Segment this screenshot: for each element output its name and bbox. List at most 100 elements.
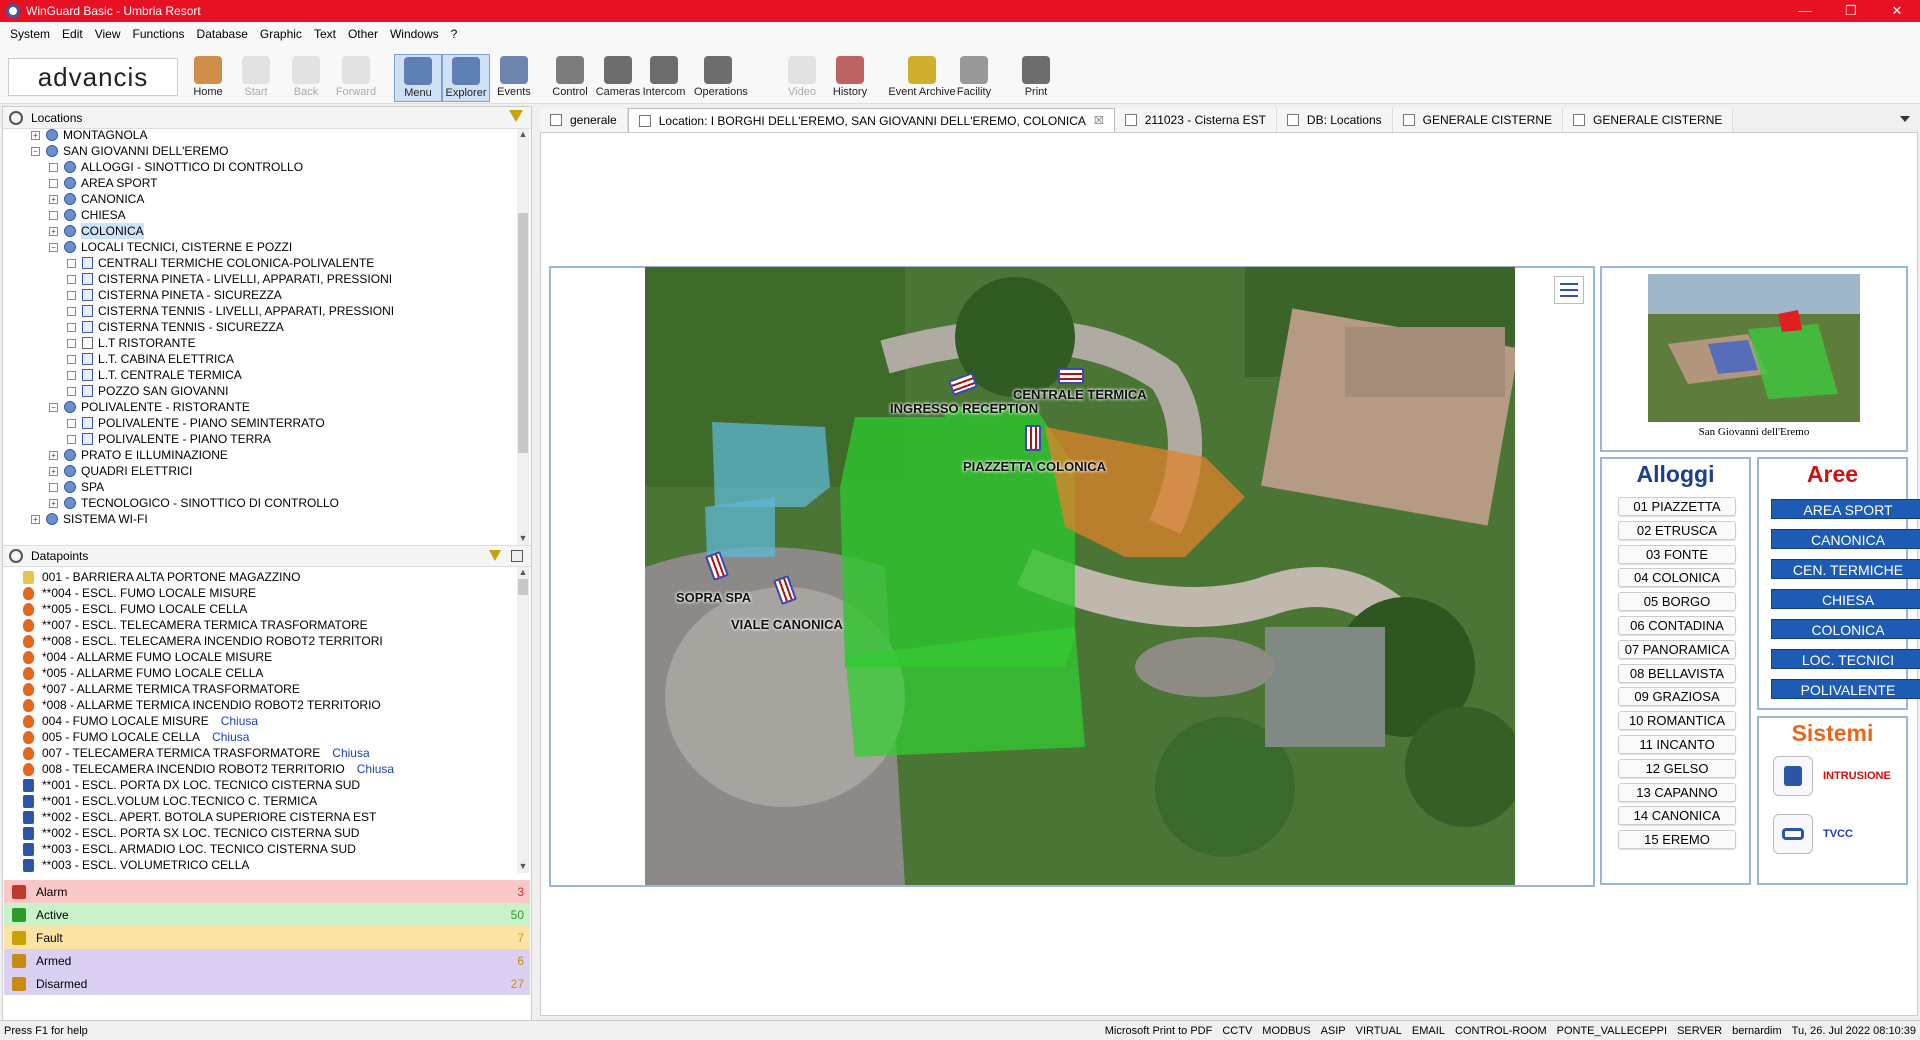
leaf-checkbox-icon[interactable]: [49, 210, 58, 220]
camera-marker[interactable]: [1058, 368, 1084, 384]
datapoint-row[interactable]: **001 - ESCL.VOLUM LOC.TECNICO C. TERMIC…: [23, 793, 317, 809]
tree-item[interactable]: CISTERNA TENNIS - SICUREZZA: [67, 319, 284, 335]
tree-item[interactable]: AREA SPORT: [49, 175, 157, 191]
datapoint-row[interactable]: **003 - ESCL. VOLUMETRICO CELLA: [23, 857, 249, 873]
alloggio-10-romantica-button[interactable]: 10 ROMANTICA: [1618, 711, 1736, 731]
leaf-checkbox-icon[interactable]: [67, 306, 76, 316]
area-chiesa-button[interactable]: CHIESA: [1771, 589, 1920, 609]
list-view-button[interactable]: [1554, 276, 1584, 304]
toolbar-back-button[interactable]: Back: [282, 54, 330, 102]
expand-icon[interactable]: +: [49, 226, 58, 236]
toolbar-event-archive-button[interactable]: Event Archive: [888, 54, 956, 102]
tab-generale-cisterne[interactable]: GENERALE CISTERNE: [1392, 108, 1564, 132]
tab-211023-cisterna-est[interactable]: 211023 - Cisterna EST: [1114, 108, 1277, 132]
tree-item[interactable]: − LOCALI TECNICI, CISTERNE E POZZI: [49, 239, 292, 255]
leaf-checkbox-icon[interactable]: [67, 370, 76, 380]
tree-item[interactable]: + QUADRI ELETTRICI: [49, 463, 192, 479]
tree-item[interactable]: − SAN GIOVANNI DELL'EREMO: [31, 143, 228, 159]
map-label-centrale-termica[interactable]: CENTRALE TERMICA: [1013, 387, 1147, 402]
collapse-icon[interactable]: −: [49, 402, 58, 412]
alloggio-15-eremo-button[interactable]: 15 EREMO: [1618, 830, 1736, 850]
datapoint-row[interactable]: *007 - ALLARME TERMICA TRASFORMATORE: [23, 681, 300, 697]
tree-item[interactable]: + MONTAGNOLA: [31, 129, 147, 143]
tree-item[interactable]: CENTRALI TERMICHE COLONICA-POLIVALENTE: [67, 255, 374, 271]
leaf-checkbox-icon[interactable]: [67, 418, 76, 428]
collapse-icon[interactable]: −: [31, 146, 40, 156]
toolbar-events-button[interactable]: Events: [490, 54, 538, 102]
map-label-piazzetta-colonica[interactable]: PIAZZETTA COLONICA: [963, 459, 1106, 474]
leaf-checkbox-icon[interactable]: [49, 162, 58, 172]
tvcc-button[interactable]: TVCC: [1773, 814, 1853, 854]
tree-item[interactable]: CHIESA: [49, 207, 126, 223]
datapoint-row[interactable]: 008 - TELECAMERA INCENDIO ROBOT2 TERRITO…: [23, 761, 394, 777]
alloggio-09-graziosa-button[interactable]: 09 GRAZIOSA: [1618, 687, 1736, 707]
datapoint-row[interactable]: **008 - ESCL. TELECAMERA INCENDIO ROBOT2…: [23, 633, 383, 649]
tree-item[interactable]: ALLOGGI - SINOTTICO DI CONTROLLO: [49, 159, 303, 175]
leaf-checkbox-icon[interactable]: [49, 178, 58, 188]
tree-item[interactable]: CISTERNA TENNIS - LIVELLI, APPARATI, PRE…: [67, 303, 394, 319]
alloggio-02-etrusca-button[interactable]: 02 ETRUSCA: [1618, 520, 1736, 540]
toolbar-menu-button[interactable]: Menu: [394, 54, 442, 102]
toolbar-cameras-button[interactable]: Cameras: [594, 54, 642, 102]
toolbar-home-button[interactable]: Home: [184, 54, 232, 102]
tree-item[interactable]: SPA: [49, 479, 104, 495]
datapoint-row[interactable]: 007 - TELECAMERA TERMICA TRASFORMATORE Ch…: [23, 745, 370, 761]
area-cen-termiche-button[interactable]: CEN. TERMICHE: [1771, 559, 1920, 579]
area-colonica-button[interactable]: COLONICA: [1771, 619, 1920, 639]
leaf-checkbox-icon[interactable]: [67, 290, 76, 300]
expand-icon[interactable]: +: [49, 498, 58, 508]
tree-item[interactable]: CISTERNA PINETA - LIVELLI, APPARATI, PRE…: [67, 271, 392, 287]
aerial-map[interactable]: INGRESSO RECEPTION CENTRALE TERMICA PIAZ…: [645, 267, 1515, 885]
collapse-icon[interactable]: −: [49, 242, 58, 252]
expand-icon[interactable]: +: [49, 194, 58, 204]
menu-system[interactable]: System: [4, 27, 56, 41]
close-button[interactable]: ✕: [1874, 0, 1920, 22]
expand-icon[interactable]: +: [49, 450, 58, 460]
area-canonica-button[interactable]: CANONICA: [1771, 529, 1920, 549]
datapoint-row[interactable]: 001 - BARRIERA ALTA PORTONE MAGAZZINO: [23, 569, 301, 585]
tree-item[interactable]: + COLONICA: [49, 223, 144, 239]
tree-item[interactable]: POZZO SAN GIOVANNI: [67, 383, 228, 399]
status-active[interactable]: Active 50: [4, 903, 530, 927]
map-label-ingresso-reception[interactable]: INGRESSO RECEPTION: [890, 401, 1038, 416]
tree-item[interactable]: CISTERNA PINETA - SICUREZZA: [67, 287, 282, 303]
tree-item[interactable]: L.T. CENTRALE TERMICA: [67, 367, 242, 383]
status-fault[interactable]: Fault 7: [4, 926, 530, 950]
tree-item[interactable]: − POLIVALENTE - RISTORANTE: [49, 399, 250, 415]
filter-icon[interactable]: [509, 110, 523, 122]
datapoint-row[interactable]: *008 - ALLARME TERMICA INCENDIO ROBOT2 T…: [23, 697, 381, 713]
menu-edit[interactable]: Edit: [56, 27, 89, 41]
menu-text[interactable]: Text: [308, 27, 342, 41]
menu-help[interactable]: ?: [445, 27, 464, 41]
tab-location-i-borghi-dell-eremo-san-giovanni-dell-eremo-colonica[interactable]: Location: I BORGHI DELL'EREMO, SAN GIOVA…: [627, 108, 1115, 132]
datapoint-row[interactable]: 005 - FUMO LOCALE CELLA Chiusa: [23, 729, 249, 745]
datapoint-row[interactable]: 004 - FUMO LOCALE MISURE Chiusa: [23, 713, 258, 729]
leaf-checkbox-icon[interactable]: [67, 338, 76, 348]
location-thumbnail[interactable]: [1648, 274, 1860, 422]
expand-icon[interactable]: +: [49, 466, 58, 476]
datapoint-row[interactable]: *004 - ALLARME FUMO LOCALE MISURE: [23, 649, 272, 665]
datapoint-row[interactable]: **002 - ESCL. APERT. BOTOLA SUPERIORE CI…: [23, 809, 376, 825]
restore-button[interactable]: ❐: [1828, 0, 1874, 22]
intrusione-button[interactable]: INTRUSIONE: [1773, 756, 1891, 796]
area-loc-tecnici-button[interactable]: LOC. TECNICI: [1771, 649, 1920, 669]
toolbar-explorer-button[interactable]: Explorer: [442, 54, 490, 102]
toolbar-control-button[interactable]: Control: [546, 54, 594, 102]
alloggio-11-incanto-button[interactable]: 11 INCANTO: [1618, 735, 1736, 754]
toolbar-facility-button[interactable]: Facility: [950, 54, 998, 102]
tree-item[interactable]: L.T. CABINA ELETTRICA: [67, 351, 234, 367]
tree-item[interactable]: + CANONICA: [49, 191, 144, 207]
datapoints-scroll-thumb[interactable]: [518, 579, 528, 595]
datapoint-row[interactable]: **003 - ESCL. ARMADIO LOC. TECNICO CISTE…: [23, 841, 356, 857]
datapoint-row[interactable]: **002 - ESCL. PORTA SX LOC. TECNICO CIST…: [23, 825, 359, 841]
leaf-checkbox-icon[interactable]: [67, 354, 76, 364]
toolbar-print-button[interactable]: Print: [1012, 54, 1060, 102]
tree-item[interactable]: + SISTEMA WI-FI: [31, 511, 148, 527]
alloggio-05-borgo-button[interactable]: 05 BORGO: [1618, 592, 1736, 612]
expand-icon[interactable]: +: [31, 514, 40, 524]
menu-functions[interactable]: Functions: [127, 27, 191, 41]
leaf-checkbox-icon[interactable]: [49, 482, 58, 492]
alloggio-04-colonica-button[interactable]: 04 COLONICA: [1618, 568, 1736, 588]
tree-item[interactable]: POLIVALENTE - PIANO SEMINTERRATO: [67, 415, 325, 431]
expand-icon[interactable]: +: [31, 130, 40, 140]
